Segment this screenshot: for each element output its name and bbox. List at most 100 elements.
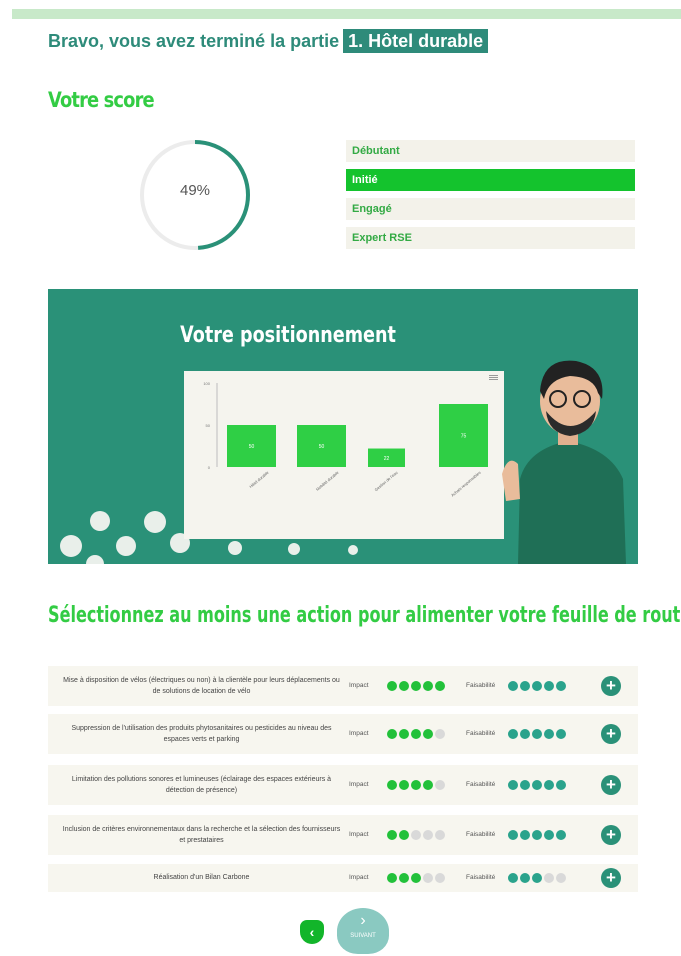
feasibility-dot (532, 830, 542, 840)
decor-dot (60, 535, 82, 557)
actions-title: Sélectionnez au moins une action pour al… (48, 603, 681, 628)
feasibility-dot (532, 681, 542, 691)
score-title: Votre score (48, 88, 155, 112)
add-action-button[interactable]: + (601, 724, 621, 744)
feasibility-rating (508, 830, 566, 840)
impact-dot (423, 830, 433, 840)
bar-chart: 100 50 0 50 Hôtel durable 50 Mobilité durable 2… (203, 381, 488, 498)
impact-dot (435, 681, 445, 691)
feasibility-dot (508, 681, 518, 691)
chevron-left-icon: ‹ (309, 924, 315, 940)
impact-dot (387, 681, 397, 691)
impact-dot (423, 873, 433, 883)
feasibility-dot (556, 729, 566, 739)
impact-dot (435, 729, 445, 739)
impact-label: Impact (349, 682, 369, 689)
chart-data-label: 50 (249, 444, 255, 450)
feasibility-dot (508, 780, 518, 790)
feasibility-dot (508, 873, 518, 883)
feasibility-dot (544, 681, 554, 691)
feasibility-rating (508, 681, 566, 691)
impact-dot (411, 681, 421, 691)
impact-dot (411, 873, 421, 883)
feasibility-dot (556, 681, 566, 691)
impact-dot (411, 780, 421, 790)
impact-dot (387, 873, 397, 883)
y-tick-label: 0 (208, 465, 211, 470)
impact-dot (387, 830, 397, 840)
feasibility-label: Faisabilité (466, 831, 496, 838)
action-text: Mise à disposition de vélos (électriques… (63, 677, 340, 695)
feasibility-dot (532, 780, 542, 790)
chart-category-label: Achats responsables (450, 470, 482, 498)
decor-dot (86, 555, 104, 564)
impact-dot (411, 830, 421, 840)
impact-label: Impact (349, 874, 369, 881)
impact-dot (399, 780, 409, 790)
feasibility-dot (544, 830, 554, 840)
impact-rating (387, 681, 445, 691)
decor-dot (348, 545, 358, 555)
feasibility-rating (508, 780, 566, 790)
action-text: Inclusion de critères environnementaux d… (62, 826, 341, 844)
feasibility-dot (520, 780, 530, 790)
y-tick-label: 50 (206, 423, 211, 428)
chevron-right-icon: › (360, 912, 366, 929)
feasibility-dot (520, 873, 530, 883)
chart-data-label: 22 (384, 456, 390, 462)
feasibility-dot (520, 681, 530, 691)
feasibility-dot (508, 830, 518, 840)
progress-bar (12, 9, 681, 19)
feasibility-dot (532, 729, 542, 739)
impact-dot (387, 780, 397, 790)
impact-rating (387, 780, 445, 790)
feasibility-dot (556, 830, 566, 840)
action-row: Réalisation d'un Bilan Carbone Impact Fais… (48, 864, 638, 892)
impact-label: Impact (349, 781, 369, 788)
feasibility-label: Faisabilité (466, 874, 496, 881)
action-text: Réalisation d'un Bilan Carbone (153, 874, 250, 881)
back-button[interactable]: ‹ (300, 920, 324, 944)
feasibility-dot (508, 729, 518, 739)
action-row: Suppression de l'utilisation des produit… (48, 714, 638, 754)
impact-label: Impact (349, 730, 369, 737)
feasibility-dot (520, 729, 530, 739)
feasibility-dot (556, 780, 566, 790)
impact-dot (399, 873, 409, 883)
feasibility-label: Faisabilité (466, 730, 496, 737)
impact-dot (399, 681, 409, 691)
y-tick-label: 100 (203, 381, 210, 386)
impact-dot (399, 729, 409, 739)
level-debutant: Débutant (346, 140, 635, 162)
feasibility-dot (544, 729, 554, 739)
feasibility-label: Faisabilité (466, 781, 496, 788)
action-row: Limitation des pollutions sonores et lum… (48, 765, 638, 805)
completion-header: Bravo, vous avez terminé la partie 1. Hôt… (48, 29, 489, 53)
feasibility-dot (556, 873, 566, 883)
chart-category-label: Hôtel durable (248, 469, 270, 489)
impact-rating (387, 873, 445, 883)
action-row: Inclusion de critères environnementaux d… (48, 815, 638, 855)
positioning-panel: Votre positionnement 100 50 0 50 Hôtel durab… (48, 289, 638, 564)
next-button[interactable]: › SUIVANT (337, 908, 389, 954)
impact-rating (387, 830, 445, 840)
feasibility-dot (532, 873, 542, 883)
feasibility-dot (544, 873, 554, 883)
impact-dot (435, 830, 445, 840)
action-text: Suppression de l'utilisation des produit… (71, 725, 332, 743)
chart-menu-icon[interactable] (489, 374, 498, 381)
chart-data-label: 50 (319, 444, 325, 450)
feasibility-label: Faisabilité (466, 682, 496, 689)
level-initie: Initié (346, 169, 635, 191)
add-action-button[interactable]: + (601, 676, 621, 696)
add-action-button[interactable]: + (601, 775, 621, 795)
decor-dot (90, 511, 110, 531)
impact-dot (387, 729, 397, 739)
action-row: Mise à disposition de vélos (électriques… (48, 666, 638, 706)
score-value: 49% (179, 182, 211, 199)
chart-data-label: 75 (461, 434, 467, 440)
add-action-button[interactable]: + (601, 868, 621, 888)
impact-dot (435, 873, 445, 883)
add-action-button[interactable]: + (601, 825, 621, 845)
impact-dot (423, 681, 433, 691)
